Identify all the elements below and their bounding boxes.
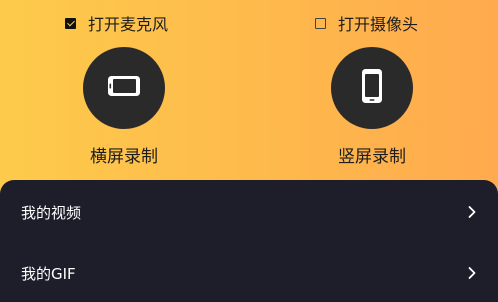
portrait-record-label: 竖屏录制 — [338, 147, 406, 167]
my-videos-item[interactable]: 我的视频 — [0, 182, 498, 242]
landscape-record-label: 横屏录制 — [90, 147, 158, 167]
chevron-right-icon — [467, 266, 477, 280]
mic-checkbox[interactable] — [65, 17, 76, 29]
my-gif-label: 我的GIF — [21, 264, 76, 283]
phone-portrait-icon — [361, 68, 383, 108]
chevron-right-icon — [467, 205, 477, 219]
landscape-record-option[interactable]: 横屏录制 — [83, 47, 165, 167]
camera-checkbox-label: 打开摄像头 — [338, 15, 419, 34]
mic-checkbox-label: 打开麦克风 — [88, 15, 169, 34]
landscape-record-button[interactable] — [83, 47, 165, 129]
my-videos-label: 我的视频 — [21, 203, 82, 222]
camera-checkbox[interactable] — [315, 17, 326, 29]
camera-toggle[interactable]: 打开摄像头 — [315, 12, 418, 34]
mic-toggle[interactable]: 打开麦克风 — [65, 12, 168, 34]
portrait-record-button[interactable] — [331, 47, 413, 129]
my-gif-item[interactable]: 我的GIF — [0, 243, 498, 302]
phone-landscape-icon — [107, 75, 141, 101]
library-menu: 我的视频 我的GIF — [0, 180, 498, 302]
recording-options-panel: 打开麦克风 打开摄像头 横屏录制 竖屏录制 — [0, 0, 498, 200]
portrait-record-option[interactable]: 竖屏录制 — [331, 47, 413, 167]
